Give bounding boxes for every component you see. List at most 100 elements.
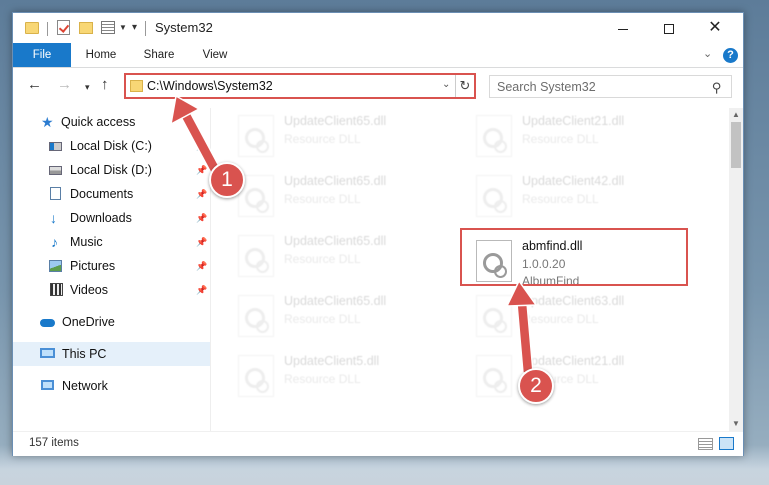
- tab-file[interactable]: File: [13, 43, 71, 67]
- star-icon: ★: [41, 114, 54, 130]
- dll-file-icon: [238, 115, 274, 157]
- dll-file-icon: [476, 115, 512, 157]
- list-item[interactable]: UpdateClient65.dll Resource DLL: [238, 293, 458, 345]
- sidebar-item-local-disk-c[interactable]: Local Disk (C:) 📌: [13, 134, 210, 158]
- list-item[interactable]: UpdateClient65.dll Resource DLL: [238, 113, 458, 165]
- search-icon[interactable]: ⚲: [712, 80, 722, 96]
- file-name: UpdateClient65.dll: [284, 234, 387, 248]
- maximize-button[interactable]: [646, 13, 692, 43]
- ribbon-tabs: File Home Share View ⌄ ?: [13, 43, 743, 68]
- step-1-badge: 1: [209, 162, 245, 198]
- undo-dropdown-icon[interactable]: ▼: [119, 21, 127, 37]
- large-icons-view-icon[interactable]: [719, 437, 734, 450]
- file-name: UpdateClient65.dll: [284, 174, 387, 188]
- sidebar-item-pictures[interactable]: Pictures 📌: [13, 254, 210, 278]
- title-bar: ▼ ▾ System32 ✕: [13, 13, 743, 43]
- sidebar-item-network[interactable]: Network: [13, 374, 210, 398]
- pin-icon[interactable]: 📌: [196, 158, 207, 182]
- tab-view[interactable]: View: [197, 43, 233, 67]
- file-name: UpdateClient63.dll: [522, 294, 625, 308]
- sidebar-item-downloads[interactable]: ↓ Downloads 📌: [13, 206, 210, 230]
- pin-icon[interactable]: 📌: [196, 230, 207, 254]
- pin-icon[interactable]: 📌: [196, 134, 207, 158]
- file-type: Resource DLL: [284, 312, 361, 326]
- dll-file-icon: [238, 295, 274, 337]
- sidebar-item-onedrive[interactable]: OneDrive: [13, 310, 210, 334]
- customize-quick-access-icon[interactable]: ▾: [132, 22, 137, 38]
- rename-icon[interactable]: [101, 21, 115, 34]
- sidebar-item-documents[interactable]: Documents 📌: [13, 182, 210, 206]
- sidebar-item-videos[interactable]: Videos 📌: [13, 278, 210, 302]
- search-input[interactable]: [490, 76, 700, 97]
- vertical-scrollbar[interactable]: ▲ ▼: [729, 108, 743, 431]
- list-item[interactable]: UpdateClient21.dll Resource DLL: [476, 353, 696, 405]
- step-2-badge: 2: [518, 368, 554, 404]
- sidebar-item-label: Quick access: [61, 115, 136, 129]
- list-item[interactable]: UpdateClient63.dll Resource DLL: [476, 293, 696, 345]
- file-type: Resource DLL: [284, 192, 361, 206]
- list-item[interactable]: UpdateClient5.dll Resource DLL: [238, 353, 458, 405]
- file-name: UpdateClient42.dll: [522, 174, 625, 188]
- pictures-icon: [49, 260, 62, 272]
- scrollbar-thumb[interactable]: [731, 122, 741, 168]
- pin-icon[interactable]: 📌: [196, 254, 207, 278]
- dll-file-icon: [476, 175, 512, 217]
- navigation-pane: ★ Quick access Local Disk (C:) 📌 Local D…: [13, 108, 211, 431]
- new-folder-icon[interactable]: [79, 22, 93, 34]
- sidebar-item-label: Music: [70, 235, 103, 249]
- pc-icon: [40, 348, 55, 358]
- minimize-button[interactable]: [600, 13, 646, 43]
- downloads-icon: ↓: [50, 210, 57, 226]
- list-item[interactable]: UpdateClient65.dll Resource DLL: [238, 173, 458, 225]
- close-button[interactable]: ✕: [692, 13, 738, 43]
- sidebar-item-this-pc[interactable]: This PC: [13, 342, 210, 366]
- file-name: UpdateClient21.dll: [522, 114, 625, 128]
- status-bar: 157 items: [13, 431, 743, 456]
- list-item[interactable]: UpdateClient42.dll Resource DLL: [476, 173, 696, 225]
- back-arrow-icon[interactable]: ←: [27, 77, 42, 93]
- tab-share[interactable]: Share: [137, 43, 181, 67]
- dll-file-icon: [238, 235, 274, 277]
- properties-check-icon[interactable]: [57, 20, 70, 35]
- sidebar-item-quick-access[interactable]: ★ Quick access: [13, 110, 210, 134]
- videos-icon: [50, 283, 63, 296]
- file-name: UpdateClient65.dll: [284, 114, 387, 128]
- onedrive-icon: [40, 319, 55, 327]
- file-name: UpdateClient5.dll: [284, 354, 380, 368]
- folder-icon[interactable]: [25, 22, 39, 34]
- drive-icon: [49, 166, 62, 175]
- scroll-down-arrow-icon[interactable]: ▼: [729, 417, 743, 431]
- sidebar-item-label: Local Disk (D:): [70, 163, 152, 177]
- details-view-icon[interactable]: [698, 438, 713, 450]
- expand-ribbon-chevron-icon[interactable]: ⌄: [703, 47, 712, 60]
- item-count: 157 items: [29, 437, 79, 449]
- sidebar-item-music[interactable]: ♪ Music 📌: [13, 230, 210, 254]
- toolbar-divider: [47, 22, 48, 36]
- pin-icon[interactable]: 📌: [196, 206, 207, 230]
- sidebar-item-label: Network: [62, 379, 108, 393]
- list-item[interactable]: UpdateClient21.dll Resource DLL: [476, 113, 696, 165]
- address-toolbar: ← → ▾ ↑ C:\Windows\System32 ⌄ ↻ ⚲: [13, 69, 743, 102]
- sidebar-item-label: OneDrive: [62, 315, 115, 329]
- sidebar-item-local-disk-d[interactable]: Local Disk (D:) 📌: [13, 158, 210, 182]
- up-arrow-icon[interactable]: ↑: [101, 77, 109, 93]
- pin-icon[interactable]: 📌: [196, 278, 207, 302]
- file-type: Resource DLL: [522, 132, 599, 146]
- help-icon[interactable]: ?: [723, 48, 738, 63]
- search-box[interactable]: ⚲: [489, 75, 732, 98]
- folder-icon: [130, 80, 143, 92]
- pin-icon[interactable]: 📌: [196, 182, 207, 206]
- tab-home[interactable]: Home: [81, 43, 121, 67]
- dll-file-icon: [476, 295, 512, 337]
- refresh-icon[interactable]: ↻: [455, 75, 474, 97]
- address-path[interactable]: C:\Windows\System32: [147, 79, 273, 93]
- scroll-up-arrow-icon[interactable]: ▲: [729, 108, 743, 122]
- forward-arrow-icon[interactable]: →: [57, 77, 72, 93]
- list-item[interactable]: UpdateClient65.dll Resource DLL: [238, 233, 458, 285]
- sidebar-item-label: Local Disk (C:): [70, 139, 152, 153]
- address-bar[interactable]: C:\Windows\System32 ⌄ ↻: [124, 73, 476, 99]
- recent-locations-chevron-icon[interactable]: ▾: [85, 79, 90, 95]
- dll-file-icon: [238, 355, 274, 397]
- address-dropdown-chevron-icon[interactable]: ⌄: [442, 79, 450, 90]
- file-type: Resource DLL: [284, 372, 361, 386]
